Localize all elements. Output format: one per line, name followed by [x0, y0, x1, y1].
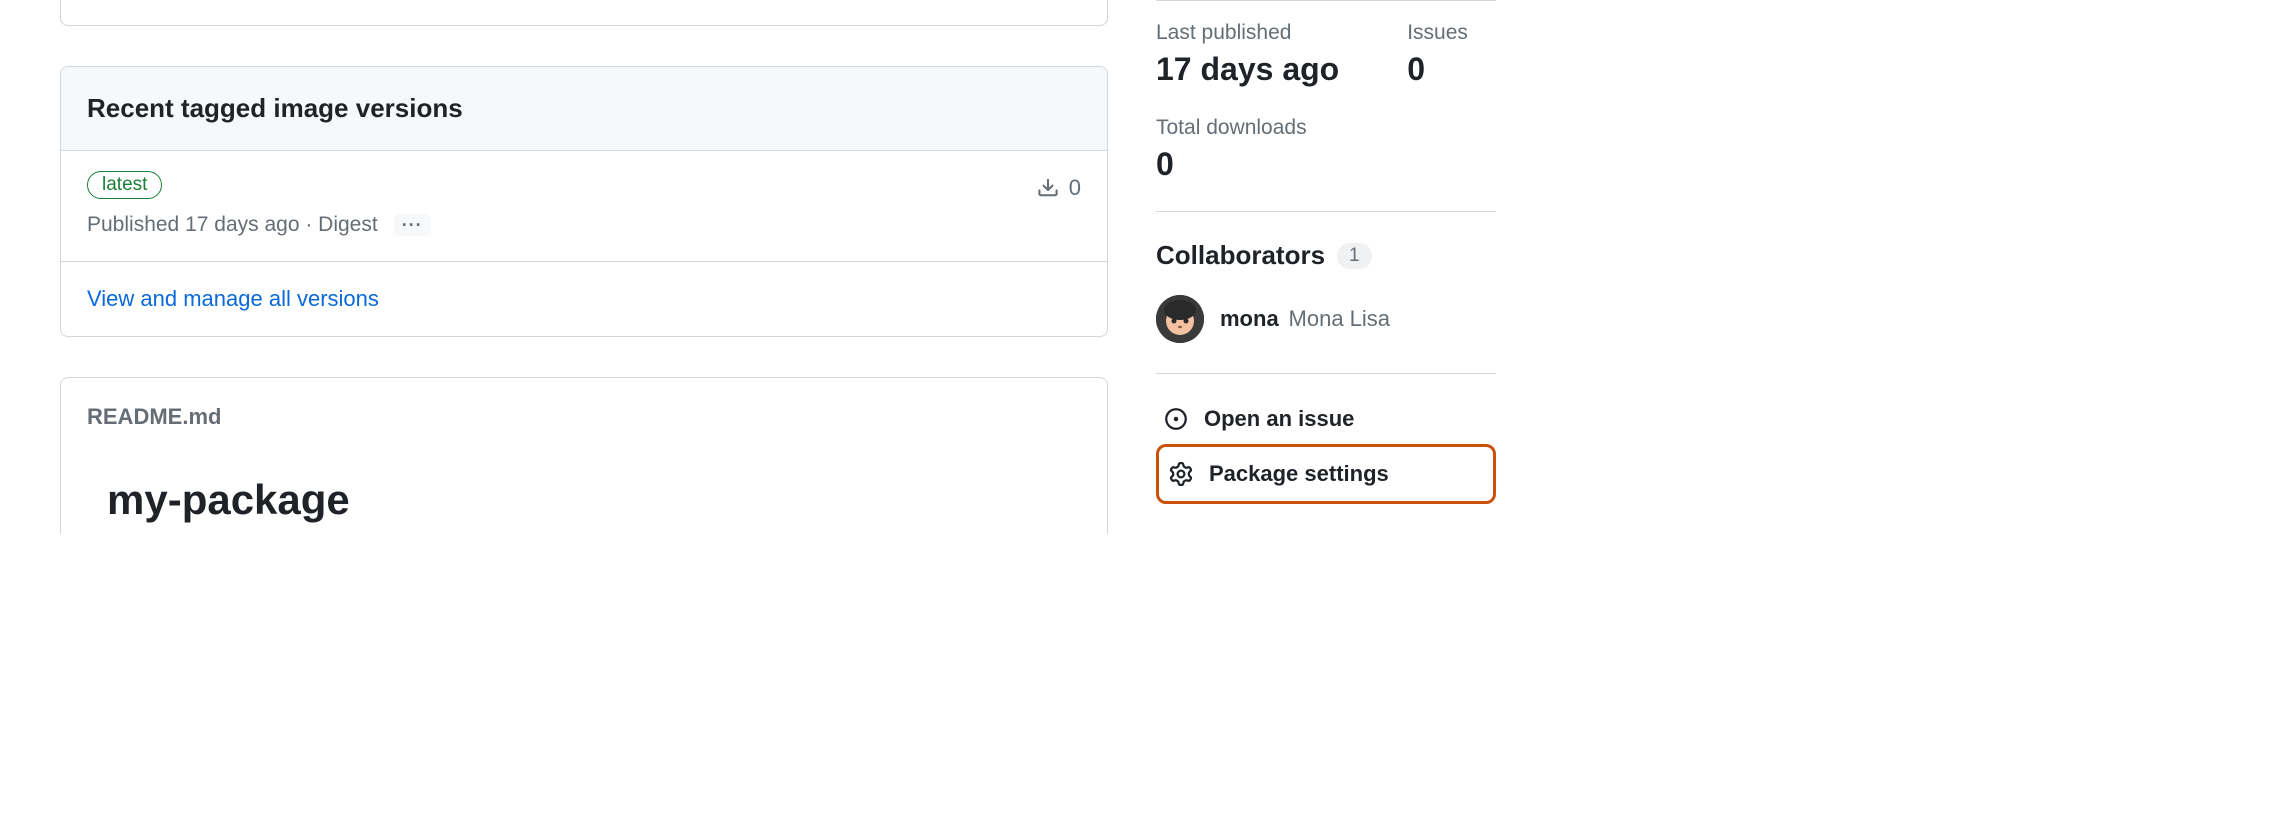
readme-heading: my-package	[87, 476, 1081, 524]
previous-card-remnant	[60, 0, 1108, 26]
manage-versions-row: View and manage all versions	[61, 262, 1107, 336]
collaborator-username: mona	[1220, 306, 1279, 331]
package-settings-label: Package settings	[1209, 461, 1389, 487]
stat-label: Total downloads	[1156, 116, 1496, 140]
card-title: Recent tagged image versions	[87, 93, 1081, 124]
sidebar: Last published 17 days ago Issues 0 Tota…	[1156, 0, 1496, 534]
stat-last-published: Last published 17 days ago	[1156, 21, 1339, 88]
package-settings-link[interactable]: Package settings	[1156, 444, 1496, 504]
collaborators-header: Collaborators 1	[1156, 240, 1496, 271]
download-count-value: 0	[1069, 175, 1081, 201]
divider	[1156, 211, 1496, 212]
version-meta-text: Published 17 days ago · Digest	[87, 213, 378, 237]
version-download-count: 0	[1037, 171, 1081, 201]
stat-total-downloads: Total downloads 0	[1156, 116, 1496, 183]
kebab-menu-button[interactable]: ···	[394, 214, 431, 236]
open-issue-link[interactable]: Open an issue	[1156, 394, 1496, 444]
card-header: Recent tagged image versions	[61, 67, 1107, 151]
version-tag-badge[interactable]: latest	[87, 171, 162, 199]
issue-icon	[1164, 407, 1188, 431]
gear-icon	[1169, 462, 1193, 486]
manage-versions-link[interactable]: View and manage all versions	[87, 286, 379, 311]
stat-value: 17 days ago	[1156, 51, 1339, 88]
collaborator-row[interactable]: mona Mona Lisa	[1156, 295, 1496, 343]
readme-card: README.md my-package	[60, 377, 1108, 534]
collaborators-count-badge: 1	[1337, 243, 1372, 269]
version-meta: Published 17 days ago · Digest ···	[87, 213, 431, 237]
open-issue-label: Open an issue	[1204, 406, 1354, 432]
stat-value: 0	[1407, 51, 1468, 88]
download-icon	[1037, 177, 1059, 199]
collaborators-title: Collaborators	[1156, 240, 1325, 271]
stat-label: Issues	[1407, 21, 1468, 45]
recent-versions-card: Recent tagged image versions latest Publ…	[60, 66, 1108, 337]
stat-value: 0	[1156, 146, 1496, 183]
divider	[1156, 373, 1496, 374]
divider	[1156, 0, 1496, 1]
version-row: latest Published 17 days ago · Digest ··…	[61, 151, 1107, 262]
collaborator-fullname: Mona Lisa	[1289, 306, 1391, 331]
avatar[interactable]	[1156, 295, 1204, 343]
readme-filename: README.md	[87, 404, 1081, 430]
avatar-icon	[1156, 295, 1204, 343]
stat-issues: Issues 0	[1407, 21, 1468, 88]
stat-label: Last published	[1156, 21, 1339, 45]
